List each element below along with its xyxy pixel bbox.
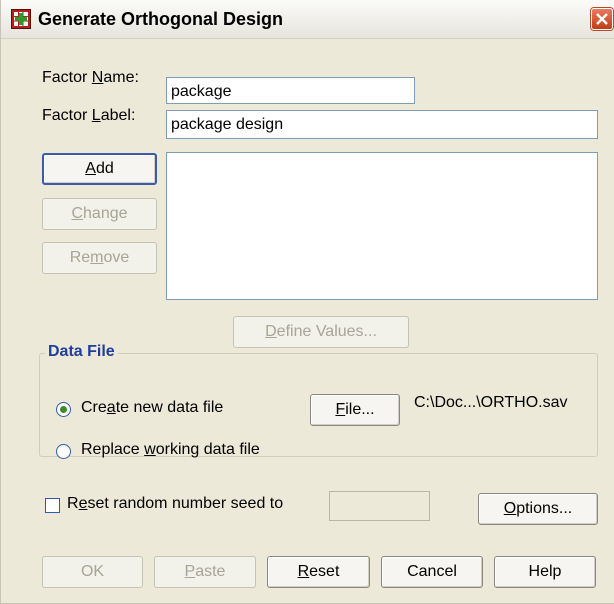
radio-selected-dot bbox=[60, 406, 67, 413]
cancel-button[interactable]: Cancel bbox=[381, 556, 483, 588]
title-bar[interactable]: Generate Orthogonal Design bbox=[1, 0, 614, 39]
replace-working-data-file-radio[interactable] bbox=[56, 444, 71, 459]
define-values-button[interactable]: Define Values... bbox=[233, 316, 409, 348]
file-button[interactable]: File... bbox=[310, 394, 400, 426]
create-new-data-file-label[interactable]: Create new data file bbox=[81, 399, 223, 417]
reset-seed-label[interactable]: Reset random number seed to bbox=[67, 495, 283, 513]
close-button[interactable] bbox=[591, 8, 613, 30]
window-title: Generate Orthogonal Design bbox=[38, 9, 284, 29]
paste-button[interactable]: Paste bbox=[154, 556, 256, 588]
help-button[interactable]: Help bbox=[494, 556, 596, 588]
add-button[interactable]: Add bbox=[42, 153, 157, 185]
replace-working-data-file-label[interactable]: Replace working data file bbox=[81, 441, 260, 459]
create-new-data-file-radio[interactable] bbox=[56, 402, 71, 417]
reset-button[interactable]: Reset bbox=[267, 556, 370, 588]
factor-label-input[interactable]: package design bbox=[166, 110, 598, 139]
ok-button[interactable]: OK bbox=[42, 556, 143, 588]
generate-orthogonal-design-dialog: Generate Orthogonal Design Factor Name: … bbox=[0, 0, 614, 604]
reset-seed-checkbox[interactable] bbox=[45, 498, 60, 513]
spss-grid-icon bbox=[11, 9, 31, 29]
data-file-path: C:\Doc...\ORTHO.sav bbox=[414, 394, 568, 411]
factor-name-label: Factor Name: bbox=[42, 69, 139, 86]
factor-label-label: Factor Label: bbox=[42, 107, 136, 124]
change-button[interactable]: Change bbox=[42, 198, 157, 230]
factor-name-input[interactable]: package bbox=[166, 77, 415, 104]
factor-list[interactable] bbox=[166, 152, 598, 300]
close-icon bbox=[596, 13, 608, 25]
data-file-group-title: Data File bbox=[45, 343, 118, 361]
remove-button[interactable]: Remove bbox=[42, 242, 157, 274]
seed-value-input[interactable] bbox=[329, 491, 430, 521]
options-button[interactable]: Options... bbox=[478, 493, 598, 525]
